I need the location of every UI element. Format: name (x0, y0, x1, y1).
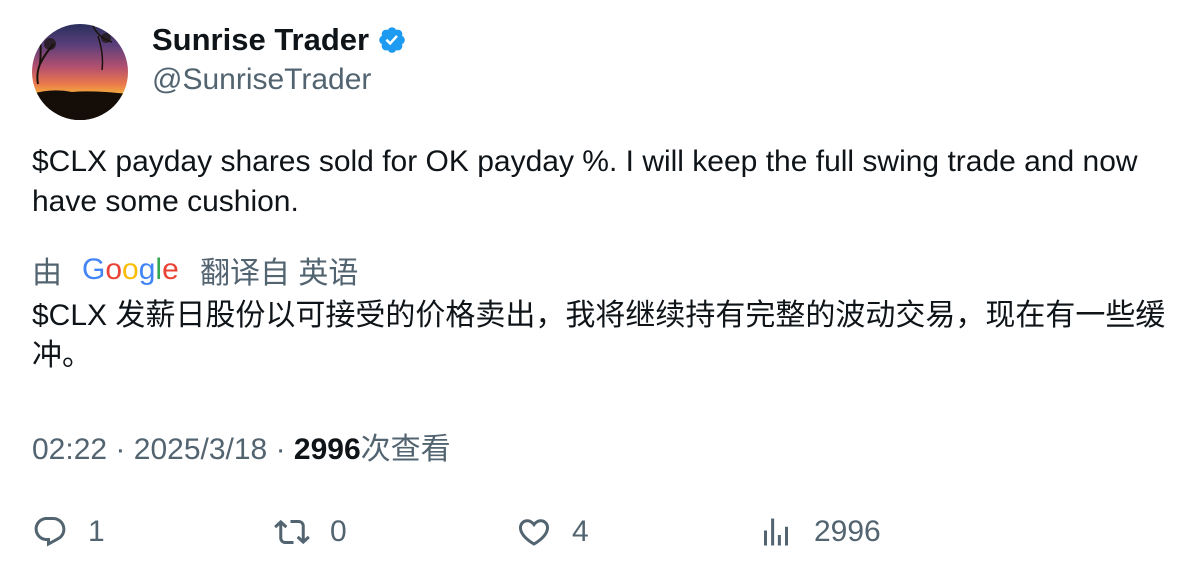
author-display-name[interactable]: Sunrise Trader (152, 22, 369, 58)
meta-separator: · (115, 433, 126, 466)
google-logo-icon[interactable]: Google (82, 253, 180, 287)
views-label: 次查看 (360, 433, 451, 466)
svg-text:Google: Google (82, 253, 179, 286)
retweet-icon (274, 519, 310, 545)
author-name-row: Sunrise Trader (152, 22, 407, 58)
retweet-button[interactable]: 0 (274, 510, 347, 554)
action-bar: 1 0 4 2996 (32, 510, 1172, 554)
like-button[interactable]: 4 (516, 510, 589, 554)
reply-button[interactable]: 1 (32, 510, 105, 554)
views-count: 2996 (293, 433, 361, 466)
views-button[interactable]: 2996 (758, 510, 881, 554)
translation-attribution: 由 Google 翻译自 英语 (32, 248, 358, 292)
like-count: 4 (572, 515, 589, 548)
tweet-time[interactable]: 02:22 (32, 433, 107, 466)
translation-suffix: 翻译自 英语 (200, 257, 359, 290)
sunset-photo-icon (32, 24, 128, 120)
author-handle[interactable]: @SunriseTrader (152, 63, 371, 97)
translation-prefix: 由 (32, 257, 62, 290)
tweet-text: $CLX payday shares sold for OK payday %.… (32, 145, 1138, 218)
tweet-date[interactable]: 2025/3/18 (134, 433, 267, 466)
retweet-count: 0 (330, 515, 347, 548)
tweet-meta: 02:22 · 2025/3/18 · 2996次查看 (32, 424, 451, 468)
views-action-count: 2996 (814, 515, 881, 548)
heart-icon (518, 519, 550, 546)
reply-icon (34, 517, 66, 547)
avatar[interactable] (32, 24, 128, 120)
meta-separator: · (275, 433, 286, 466)
reply-count: 1 (88, 515, 105, 548)
translated-text: $CLX 发薪日股份以可接受的价格卖出，我将继续持有完整的波动交易，现在有一些缓… (32, 299, 1166, 372)
verified-badge-icon (379, 27, 405, 53)
analytics-icon (764, 518, 788, 546)
